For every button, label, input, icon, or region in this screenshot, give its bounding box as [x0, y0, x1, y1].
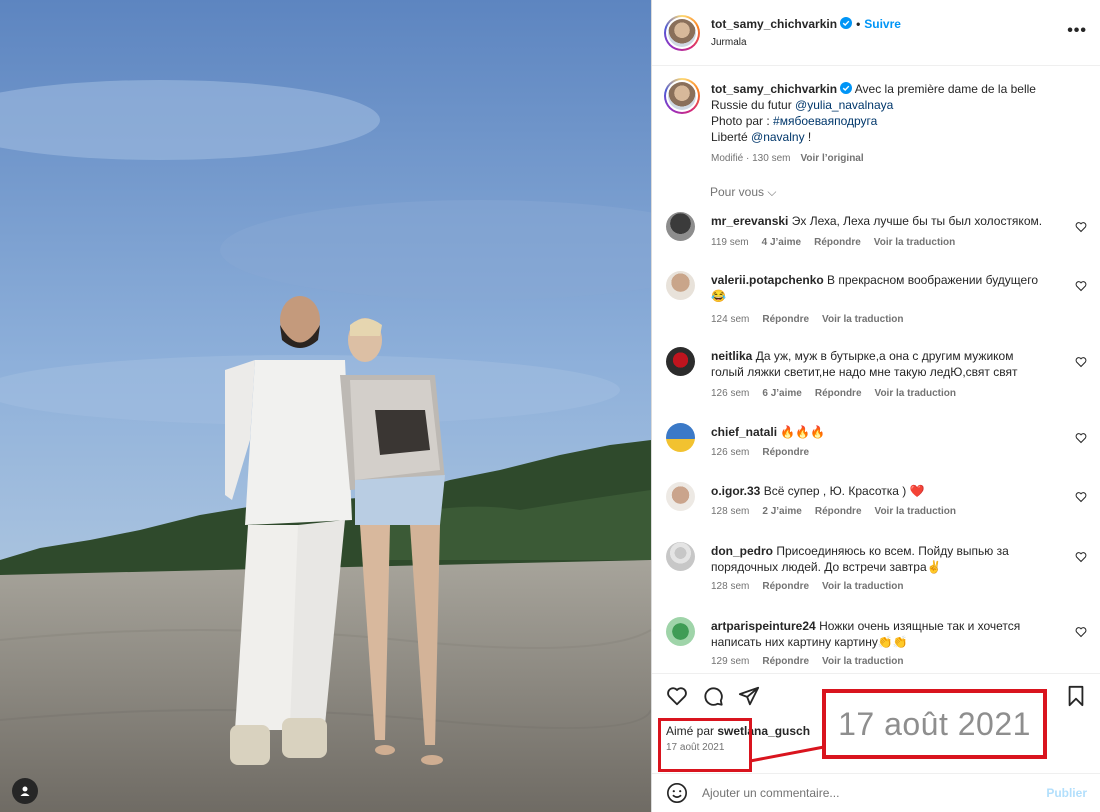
post-photo[interactable]	[0, 0, 651, 812]
post-header: tot_samy_chichvarkin • Suivre Jurmala •••	[652, 0, 1100, 66]
comment-text: Да уж, муж в бутырке,а она с другим мужи…	[755, 349, 1014, 363]
share-send-icon[interactable]	[738, 685, 760, 707]
comment-username[interactable]: don_pedro	[711, 544, 773, 558]
for-you-dropdown[interactable]: Pour vous ⌵	[710, 185, 776, 200]
heart-icon[interactable]	[1075, 280, 1087, 292]
comment-age: 129 sem	[711, 656, 750, 667]
date-zoom-callout: 17 août 2021	[822, 689, 1047, 759]
location-link[interactable]: Jurmala	[711, 37, 747, 48]
zoomed-date: 17 août 2021	[838, 705, 1031, 742]
heart-icon[interactable]	[1075, 551, 1087, 563]
heart-icon[interactable]	[1075, 432, 1087, 444]
comment-age: 119 sem	[711, 237, 749, 248]
post-caption: tot_samy_chichvarkin Avec la première da…	[711, 81, 1051, 167]
heart-icon[interactable]	[1075, 626, 1087, 638]
post-details-panel: tot_samy_chichvarkin • Suivre Jurmala ••• …	[651, 0, 1100, 812]
translate-button[interactable]: Voir la traduction	[822, 314, 904, 325]
mention-link[interactable]: @navalny	[751, 130, 805, 144]
comment-username[interactable]: o.igor.33	[711, 484, 760, 498]
more-options-icon[interactable]: •••	[1067, 22, 1087, 40]
publish-button[interactable]: Publier	[1046, 786, 1087, 800]
verified-badge-icon	[840, 82, 853, 94]
comment-text: В прекрасном воображении будущего	[827, 273, 1039, 287]
translate-button[interactable]: Voir la traduction	[822, 656, 904, 667]
comment-input[interactable]	[702, 783, 1022, 803]
caption-line-1: Avec la première dame de la belle	[854, 82, 1036, 96]
hashtag-link[interactable]: #мябоеваяподруга	[773, 114, 877, 128]
author-avatar[interactable]	[664, 15, 700, 51]
comment-text: Присоединяюсь ко всем. Пойду выпью за	[776, 544, 1009, 558]
reply-button[interactable]: Répondre	[762, 656, 809, 667]
comment-age: 126 sem	[711, 388, 750, 399]
reply-button[interactable]: Répondre	[814, 237, 861, 248]
reply-button[interactable]: Répondre	[815, 506, 862, 517]
comment-text-line-2: 😂	[711, 289, 726, 303]
heart-icon[interactable]	[1075, 356, 1087, 368]
comment-username[interactable]: mr_erevanski	[711, 214, 788, 228]
caption-line-3: Photo par :	[711, 114, 774, 128]
like-heart-icon[interactable]	[666, 685, 688, 707]
comment-avatar[interactable]	[666, 617, 695, 646]
comment-likes[interactable]: 4 J’aime	[762, 237, 801, 248]
author-username[interactable]: tot_samy_chichvarkin	[711, 17, 837, 31]
save-bookmark-icon[interactable]	[1065, 685, 1087, 707]
comment-username[interactable]: valerii.potapchenko	[711, 273, 824, 287]
caption-author-avatar[interactable]	[664, 78, 700, 114]
caption-username[interactable]: tot_samy_chichvarkin	[711, 82, 837, 96]
emoji-icon[interactable]	[666, 782, 688, 804]
comment-avatar[interactable]	[666, 542, 695, 571]
caption-line-4: Liberté	[711, 130, 752, 144]
verified-badge-icon	[840, 17, 853, 29]
comment-username[interactable]: neitlika	[711, 349, 752, 363]
heart-icon[interactable]	[1075, 491, 1087, 503]
for-you-label: Pour vous	[710, 185, 765, 199]
comment-age: 128 sem	[711, 506, 750, 517]
comment-text: 🔥🔥🔥	[780, 425, 826, 439]
comment-avatar[interactable]	[666, 212, 695, 241]
tagged-users-button[interactable]	[12, 778, 38, 804]
mention-link[interactable]: @yulia_navalnaya	[795, 98, 893, 112]
chevron-down-icon: ⌵	[767, 185, 777, 199]
comments-scroll-area[interactable]: tot_samy_chichvarkin Avec la première da…	[652, 67, 1100, 673]
comment-likes[interactable]: 2 J’aime	[762, 506, 801, 517]
comment-age: 124 sem	[711, 314, 750, 325]
reply-button[interactable]: Répondre	[815, 388, 862, 399]
comment-avatar[interactable]	[666, 423, 695, 452]
reply-button[interactable]: Répondre	[762, 447, 809, 458]
add-comment-bar: Publier	[652, 773, 1100, 812]
comment-bubble-icon[interactable]	[702, 685, 724, 707]
comment-text: Всё супер , Ю. Красотка ) ❤️	[763, 484, 925, 498]
caption-line-4-end: !	[804, 130, 812, 144]
post-actions-bar: Aimé par swetlana_gusch 17 août 2021 17 …	[652, 673, 1100, 773]
edited-label: Modifié · 130 sem	[711, 153, 791, 164]
comment-username[interactable]: artparispeinture24	[711, 619, 816, 633]
caption-line-2: Russie du futur	[711, 98, 796, 112]
comment-text: Эх Леха, Леха лучше бы ты был холостяком…	[791, 214, 1043, 228]
heart-icon[interactable]	[1075, 221, 1087, 233]
comment-text-line-2: голый ляжки светит,не надо мне такую лед…	[711, 365, 1018, 379]
comment-text-line-2: написать них картину картину👏👏	[711, 635, 908, 649]
translate-button[interactable]: Voir la traduction	[874, 237, 956, 248]
comment-text: Ножки очень изящные так и хочется	[819, 619, 1021, 633]
reply-button[interactable]: Répondre	[762, 314, 809, 325]
reply-button[interactable]: Répondre	[762, 581, 809, 592]
comment-avatar[interactable]	[666, 482, 695, 511]
see-original-link[interactable]: Voir l’original	[800, 153, 863, 164]
user-icon	[20, 786, 30, 796]
beach-photo-image	[0, 0, 651, 812]
comment-avatar[interactable]	[666, 271, 695, 300]
date-highlight-box	[658, 718, 752, 772]
comment-username[interactable]: chief_natali	[711, 425, 777, 439]
translate-button[interactable]: Voir la traduction	[875, 388, 957, 399]
comment-avatar[interactable]	[666, 347, 695, 376]
comment-age: 128 sem	[711, 581, 750, 592]
translate-button[interactable]: Voir la traduction	[875, 506, 957, 517]
comment-likes[interactable]: 6 J’aime	[762, 388, 801, 399]
follow-button[interactable]: Suivre	[864, 17, 901, 31]
comment-text-line-2: порядочных людей. До встречи завтра✌️	[711, 560, 942, 574]
comment-age: 126 sem	[711, 447, 750, 458]
translate-button[interactable]: Voir la traduction	[822, 581, 904, 592]
annotation-connector-line	[750, 745, 825, 763]
